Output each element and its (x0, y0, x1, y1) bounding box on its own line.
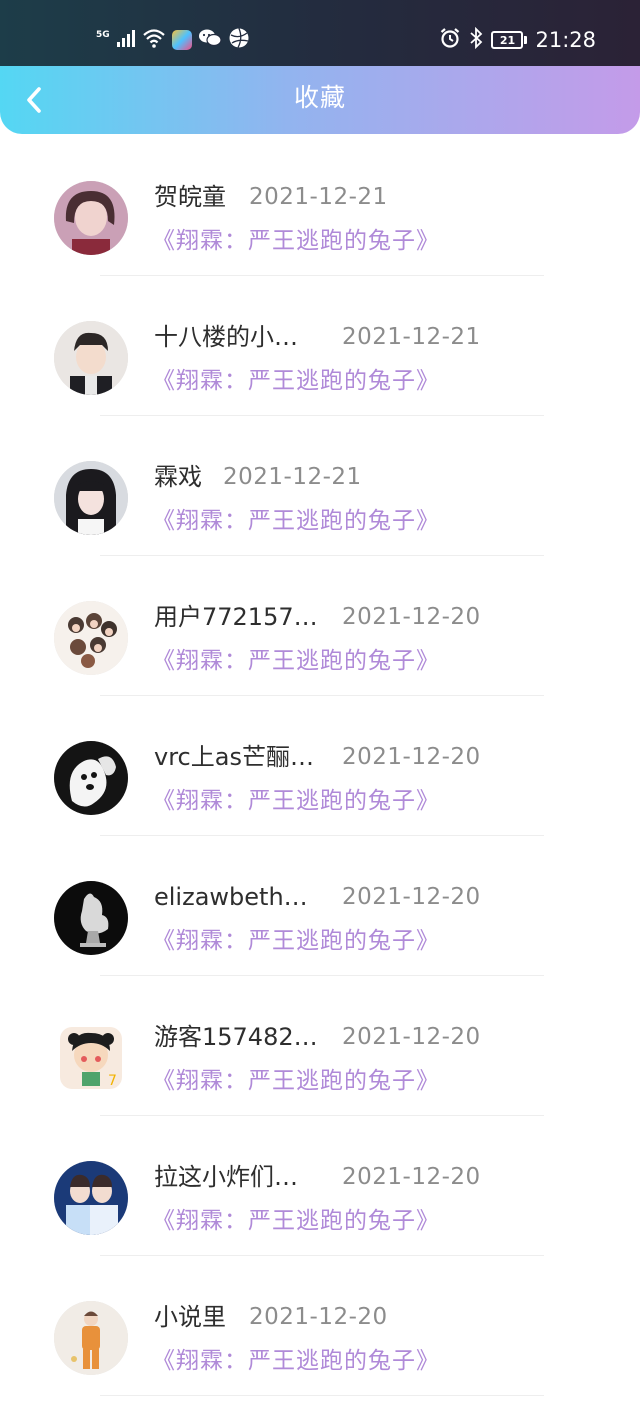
book-title[interactable]: 《翔霖：严王逃跑的兔子》 (152, 1204, 440, 1238)
signal-icon (116, 29, 136, 51)
header-bar: 收藏 (0, 66, 640, 134)
username: 拉这小炸们… (154, 1163, 298, 1191)
date: 2021-12-21 (342, 324, 481, 350)
divider (100, 975, 544, 976)
avatar (54, 321, 128, 395)
date: 2021-12-21 (223, 464, 362, 490)
book-title[interactable]: 《翔霖：严王逃跑的兔子》 (152, 504, 440, 538)
list-item[interactable]: 贺皖童 2021-12-21 《翔霖：严王逃跑的兔子》 (0, 152, 640, 292)
date: 2021-12-20 (342, 1024, 481, 1050)
page-title: 收藏 (293, 83, 346, 112)
divider (100, 835, 544, 836)
favorites-list: 贺皖童 2021-12-21 《翔霖：严王逃跑的兔子》 十八楼的小… 2021-… (0, 152, 640, 1412)
divider (100, 275, 544, 276)
username: 游客157482… (154, 1023, 318, 1051)
divider (100, 1395, 544, 1396)
alarm-icon (439, 27, 461, 53)
username: 十八楼的小… (154, 323, 298, 351)
list-item[interactable]: 7 游客157482… 2021-12-20 《翔霖：严王逃跑的兔子》 (0, 992, 640, 1132)
book-title[interactable]: 《翔霖：严王逃跑的兔子》 (152, 924, 440, 958)
divider (100, 1115, 544, 1116)
avatar (54, 601, 128, 675)
battery-tip (524, 36, 528, 44)
clock: 21:28 (535, 27, 596, 52)
avatar (54, 741, 128, 815)
list-item[interactable]: elizawbeth… 2021-12-20 《翔霖：严王逃跑的兔子》 (0, 852, 640, 992)
wechat-icon (198, 28, 222, 52)
username: 贺皖童 (154, 183, 226, 211)
avatar (54, 1161, 128, 1235)
avatar (54, 461, 128, 535)
divider (100, 1255, 544, 1256)
book-title[interactable]: 《翔霖：严王逃跑的兔子》 (152, 644, 440, 678)
username: vrc上as芒酾… (154, 743, 314, 771)
bluetooth-icon (469, 26, 483, 53)
avatar: 7 (54, 1021, 128, 1095)
avatar (54, 181, 128, 255)
network-label: 5G (96, 29, 110, 40)
book-title[interactable]: 《翔霖：严王逃跑的兔子》 (152, 1344, 440, 1378)
list-item[interactable]: 霖戏 2021-12-21 《翔霖：严王逃跑的兔子》 (0, 432, 640, 572)
date: 2021-12-20 (342, 744, 481, 770)
date: 2021-12-20 (342, 604, 481, 630)
username: 用户772157… (154, 603, 318, 631)
list-item[interactable]: 十八楼的小… 2021-12-21 《翔霖：严王逃跑的兔子》 (0, 292, 640, 432)
status-right: 21 21:28 (439, 26, 596, 54)
app-icon (171, 30, 192, 50)
basketball-icon (228, 27, 250, 53)
username: elizawbeth… (154, 883, 308, 911)
username: 小说里 (154, 1303, 226, 1331)
divider (100, 695, 544, 696)
list-item[interactable]: 用户772157… 2021-12-20 《翔霖：严王逃跑的兔子》 (0, 572, 640, 712)
date: 2021-12-20 (342, 1164, 481, 1190)
date: 2021-12-20 (249, 1304, 388, 1330)
date: 2021-12-21 (249, 184, 388, 210)
list-item[interactable]: vrc上as芒酾… 2021-12-20 《翔霖：严王逃跑的兔子》 (0, 712, 640, 852)
list-item[interactable]: 小说里 2021-12-20 《翔霖：严王逃跑的兔子》 (0, 1272, 640, 1412)
book-title[interactable]: 《翔霖：严王逃跑的兔子》 (152, 364, 440, 398)
divider (100, 555, 544, 556)
date: 2021-12-20 (342, 884, 481, 910)
svg-text:7: 7 (108, 1073, 117, 1089)
username: 霖戏 (154, 463, 202, 491)
divider (100, 415, 544, 416)
avatar (54, 1301, 128, 1375)
battery-icon: 21 (491, 31, 524, 49)
avatar (54, 881, 128, 955)
list-item[interactable]: 拉这小炸们… 2021-12-20 《翔霖：严王逃跑的兔子》 (0, 1132, 640, 1272)
book-title[interactable]: 《翔霖：严王逃跑的兔子》 (152, 224, 440, 258)
status-left: 5G (96, 26, 250, 54)
status-bar: 5G 21 21:28 (0, 0, 640, 66)
book-title[interactable]: 《翔霖：严王逃跑的兔子》 (152, 1064, 440, 1098)
book-title[interactable]: 《翔霖：严王逃跑的兔子》 (152, 784, 440, 818)
wifi-icon (142, 28, 166, 52)
